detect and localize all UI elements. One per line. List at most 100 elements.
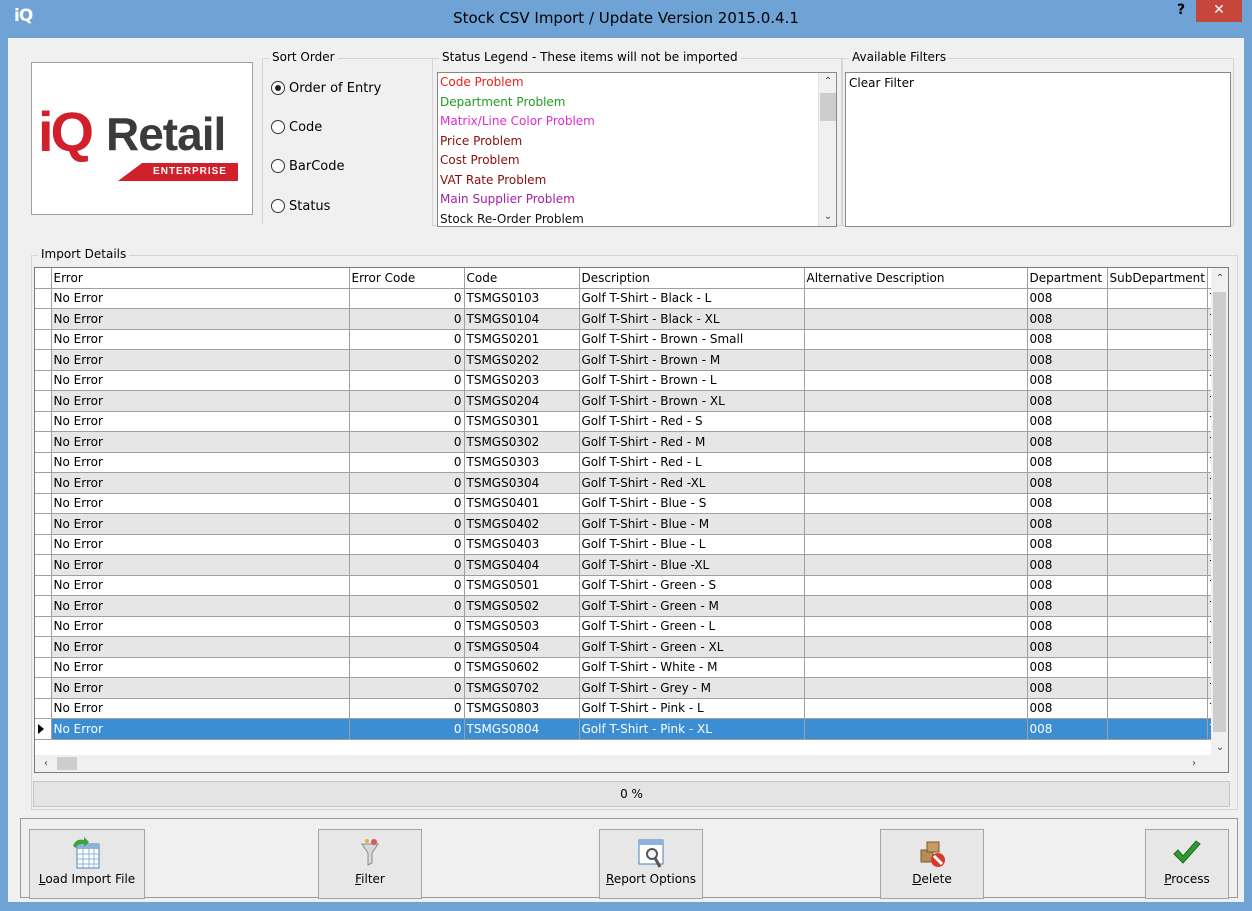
- legend-scroll-thumb[interactable]: [820, 93, 836, 121]
- row-indicator[interactable]: [35, 534, 52, 555]
- row-indicator[interactable]: [35, 452, 52, 473]
- scroll-up-icon[interactable]: ⌃: [819, 73, 836, 91]
- cell-subdepartment[interactable]: [1107, 390, 1208, 412]
- row-indicator[interactable]: [35, 616, 52, 637]
- cell-department[interactable]: 008: [1027, 616, 1108, 637]
- cell-code[interactable]: TSMGS0402: [464, 513, 580, 535]
- cell-error[interactable]: No Error: [51, 616, 350, 637]
- cell-error-code[interactable]: 0: [349, 698, 465, 719]
- cell-error[interactable]: No Error: [51, 349, 350, 371]
- title-bar[interactable]: iQ Stock CSV Import / Update Version 201…: [0, 0, 1252, 38]
- cell-error-code[interactable]: 0: [349, 411, 465, 432]
- cell-alt-description[interactable]: [804, 575, 1028, 596]
- cell-subdepartment[interactable]: [1107, 554, 1208, 576]
- cell-code[interactable]: TSMGS0401: [464, 493, 580, 514]
- filter-button[interactable]: Filter: [318, 829, 422, 899]
- cell-department[interactable]: 008: [1027, 411, 1108, 432]
- cell-description[interactable]: Golf T-Shirt - Blue - S: [579, 493, 805, 514]
- sort-barcode[interactable]: BarCode: [271, 157, 345, 175]
- sort-code[interactable]: Code: [271, 118, 322, 136]
- cell-code[interactable]: TSMGS0304: [464, 472, 580, 494]
- cell-code[interactable]: TSMGS0602: [464, 657, 580, 678]
- cell-error-code[interactable]: 0: [349, 657, 465, 678]
- grid-vertical-scrollbar[interactable]: ⌃ ⌄: [1211, 268, 1228, 757]
- scroll-down-icon[interactable]: ⌄: [819, 208, 836, 226]
- filter-item-clear[interactable]: Clear Filter: [846, 73, 1230, 93]
- cell-description[interactable]: Golf T-Shirt - Brown - L: [579, 370, 805, 391]
- table-row[interactable]: No Error 0 TSMGS0401 Golf T-Shirt - Blue - …: [35, 493, 1227, 514]
- cell-error[interactable]: No Error: [51, 595, 350, 617]
- grid-vscroll-thumb[interactable]: [1213, 292, 1226, 732]
- legend-item[interactable]: VAT Rate Problem: [438, 171, 836, 191]
- row-indicator[interactable]: [35, 411, 52, 432]
- legend-scrollbar[interactable]: ⌃ ⌄: [818, 73, 836, 226]
- cell-alt-description[interactable]: [804, 718, 1028, 740]
- cell-error[interactable]: No Error: [51, 288, 350, 309]
- cell-error[interactable]: No Error: [51, 636, 350, 658]
- scroll-right-icon[interactable]: ›: [1185, 755, 1203, 772]
- process-button[interactable]: Process: [1145, 829, 1229, 899]
- legend-item[interactable]: Price Problem: [438, 132, 836, 152]
- cell-alt-description[interactable]: [804, 657, 1028, 678]
- cell-subdepartment[interactable]: [1107, 431, 1208, 453]
- import-details-grid[interactable]: Error Error Code Code Description Altern…: [34, 267, 1229, 773]
- cell-subdepartment[interactable]: [1107, 513, 1208, 535]
- cell-code[interactable]: TSMGS0501: [464, 575, 580, 596]
- cell-description[interactable]: Golf T-Shirt - Red - M: [579, 431, 805, 453]
- legend-item[interactable]: Code Problem: [438, 73, 836, 93]
- table-row[interactable]: No Error 0 TSMGS0503 Golf T-Shirt - Green -…: [35, 616, 1227, 637]
- cell-error-code[interactable]: 0: [349, 616, 465, 637]
- cell-alt-description[interactable]: [804, 411, 1028, 432]
- table-row[interactable]: No Error 0 TSMGS0302 Golf T-Shirt - Red - M…: [35, 431, 1227, 453]
- cell-department[interactable]: 008: [1027, 329, 1108, 350]
- scroll-up-icon[interactable]: ⌃: [1211, 270, 1228, 288]
- legend-item[interactable]: Stock Re-Order Problem: [438, 210, 836, 227]
- row-indicator[interactable]: [35, 308, 52, 330]
- cell-alt-description[interactable]: [804, 698, 1028, 719]
- row-indicator[interactable]: [35, 595, 52, 617]
- cell-department[interactable]: 008: [1027, 718, 1108, 740]
- radio-checked-icon[interactable]: [271, 81, 285, 95]
- cell-code[interactable]: TSMGS0504: [464, 636, 580, 658]
- report-options-button[interactable]: Report Options: [599, 829, 703, 899]
- row-indicator[interactable]: [35, 554, 52, 576]
- cell-error-code[interactable]: 0: [349, 595, 465, 617]
- cell-description[interactable]: Golf T-Shirt - Brown - Small: [579, 329, 805, 350]
- cell-department[interactable]: 008: [1027, 431, 1108, 453]
- cell-description[interactable]: Golf T-Shirt - Blue - M: [579, 513, 805, 535]
- cell-description[interactable]: Golf T-Shirt - Green - S: [579, 575, 805, 596]
- row-indicator[interactable]: [35, 513, 52, 535]
- radio-icon[interactable]: [271, 199, 285, 213]
- column-header-subdepartment[interactable]: SubDepartment: [1107, 268, 1208, 289]
- cell-error-code[interactable]: 0: [349, 554, 465, 576]
- column-header-code[interactable]: Code: [464, 268, 580, 289]
- table-row[interactable]: No Error 0 TSMGS0204 Golf T-Shirt - Brown -…: [35, 390, 1227, 412]
- radio-icon[interactable]: [271, 120, 285, 134]
- cell-subdepartment[interactable]: [1107, 493, 1208, 514]
- cell-error[interactable]: No Error: [51, 698, 350, 719]
- cell-department[interactable]: 008: [1027, 349, 1108, 371]
- cell-department[interactable]: 008: [1027, 452, 1108, 473]
- cell-subdepartment[interactable]: [1107, 575, 1208, 596]
- cell-description[interactable]: Golf T-Shirt - Brown - M: [579, 349, 805, 371]
- cell-alt-description[interactable]: [804, 370, 1028, 391]
- cell-subdepartment[interactable]: [1107, 698, 1208, 719]
- cell-error-code[interactable]: 0: [349, 370, 465, 391]
- grid-hscroll-thumb[interactable]: [57, 757, 77, 770]
- cell-error-code[interactable]: 0: [349, 493, 465, 514]
- cell-error-code[interactable]: 0: [349, 534, 465, 555]
- row-indicator[interactable]: [35, 718, 52, 740]
- cell-description[interactable]: Golf T-Shirt - Red -XL: [579, 472, 805, 494]
- cell-department[interactable]: 008: [1027, 677, 1108, 699]
- cell-error[interactable]: No Error: [51, 329, 350, 350]
- cell-error[interactable]: No Error: [51, 513, 350, 535]
- table-row[interactable]: No Error 0 TSMGS0201 Golf T-Shirt - Brown -…: [35, 329, 1227, 350]
- cell-department[interactable]: 008: [1027, 493, 1108, 514]
- row-indicator[interactable]: [35, 431, 52, 453]
- cell-error-code[interactable]: 0: [349, 513, 465, 535]
- legend-item[interactable]: Department Problem: [438, 93, 836, 113]
- cell-department[interactable]: 008: [1027, 698, 1108, 719]
- cell-error[interactable]: No Error: [51, 657, 350, 678]
- help-button[interactable]: ?: [1168, 0, 1194, 22]
- cell-alt-description[interactable]: [804, 616, 1028, 637]
